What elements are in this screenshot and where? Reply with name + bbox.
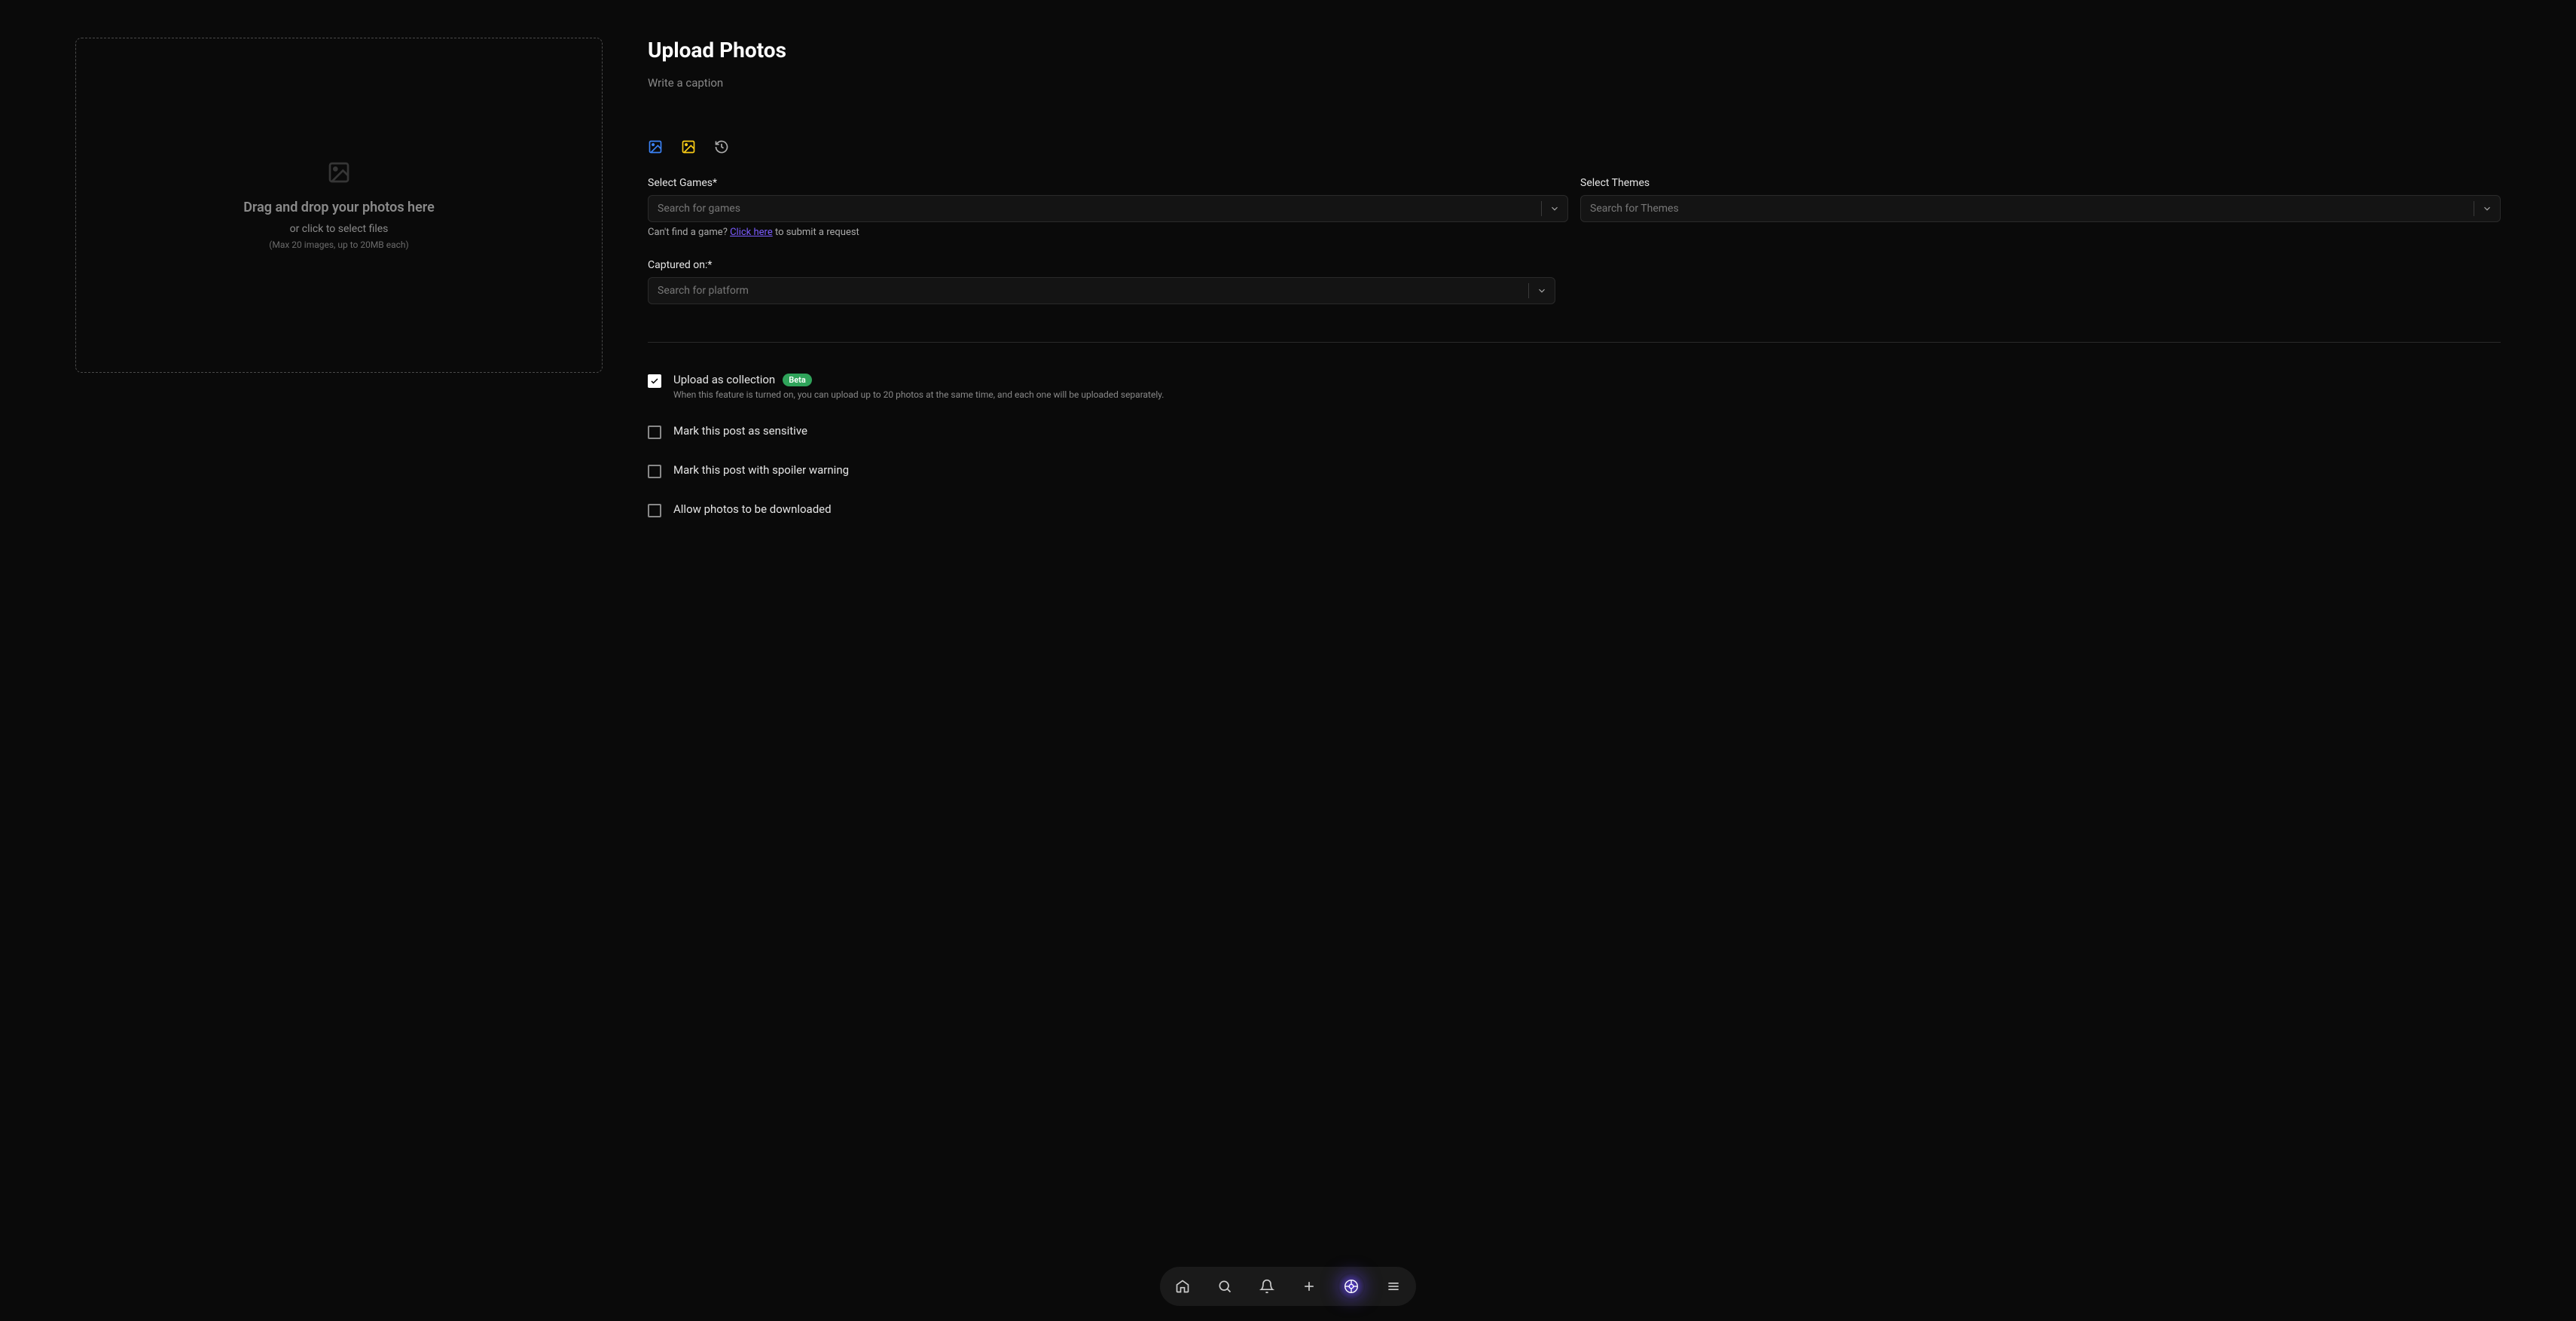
download-label: Allow photos to be downloaded: [673, 502, 832, 516]
collection-description: When this feature is turned on, you can …: [673, 389, 2501, 400]
games-caret[interactable]: [1541, 201, 1567, 216]
download-checkbox[interactable]: [648, 504, 661, 517]
collection-label: Upload as collection: [673, 373, 775, 386]
games-helper: Can't find a game? Click here to submit …: [648, 227, 1568, 238]
dropzone-subtitle: or click to select files: [290, 223, 389, 235]
themes-caret[interactable]: [2474, 201, 2500, 216]
insert-image-icon[interactable]: [648, 139, 663, 154]
section-divider: [648, 342, 2501, 343]
spoiler-label: Mark this post with spoiler warning: [673, 463, 849, 477]
beta-badge: Beta: [783, 374, 812, 386]
nav-menu-icon[interactable]: [1380, 1273, 1407, 1300]
history-icon[interactable]: [714, 139, 729, 154]
nav-home-icon[interactable]: [1169, 1273, 1196, 1300]
caption-input[interactable]: [648, 76, 2501, 136]
bottom-nav: [1160, 1267, 1416, 1306]
nav-search-icon[interactable]: [1211, 1273, 1238, 1300]
image-placeholder-icon: [327, 160, 351, 185]
sensitive-checkbox[interactable]: [648, 426, 661, 439]
nav-app-icon[interactable]: [1338, 1273, 1365, 1300]
platform-search-input[interactable]: [649, 285, 1528, 297]
submit-game-link[interactable]: Click here: [730, 227, 773, 238]
games-select[interactable]: [648, 195, 1568, 222]
dropzone-title: Drag and drop your photos here: [243, 200, 435, 215]
platform-caret[interactable]: [1528, 283, 1555, 298]
photo-dropzone[interactable]: Drag and drop your photos here or click …: [75, 38, 603, 373]
nav-notifications-icon[interactable]: [1253, 1273, 1280, 1300]
collection-checkbox[interactable]: [648, 374, 661, 388]
themes-label: Select Themes: [1580, 177, 2501, 189]
dropzone-hint: (Max 20 images, up to 20MB each): [269, 239, 408, 250]
themes-search-input[interactable]: [1581, 203, 2474, 215]
frame-image-icon[interactable]: [681, 139, 696, 154]
page-title: Upload Photos: [648, 38, 2501, 63]
platform-select[interactable]: [648, 277, 1555, 304]
games-search-input[interactable]: [649, 203, 1541, 215]
games-label: Select Games*: [648, 177, 1568, 189]
platform-label: Captured on:*: [648, 259, 1555, 271]
sensitive-label: Mark this post as sensitive: [673, 424, 807, 438]
themes-select[interactable]: [1580, 195, 2501, 222]
spoiler-checkbox[interactable]: [648, 465, 661, 478]
nav-add-icon[interactable]: [1296, 1273, 1323, 1300]
